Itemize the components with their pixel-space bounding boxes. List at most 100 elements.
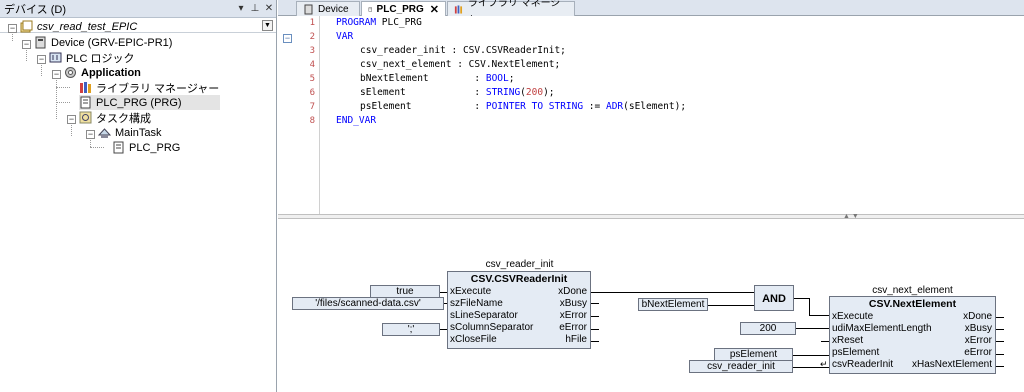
pin-output[interactable]: xDone (558, 286, 587, 297)
pin-input[interactable]: xCloseFile (450, 334, 497, 345)
tree-connector (41, 62, 42, 76)
task-config-icon (79, 111, 92, 124)
output-stub (591, 329, 599, 330)
library-books-icon (454, 4, 463, 14)
fold-toggle-icon[interactable]: − (283, 34, 292, 43)
output-stub (591, 316, 599, 317)
pin-output[interactable]: eError (559, 322, 587, 333)
program-call-icon (113, 141, 124, 154)
tree-connector (56, 77, 57, 119)
tab-plc-prg[interactable]: PLC_PRG ✕ (361, 1, 446, 17)
reader-ref-value[interactable]: csv_reader_init (689, 360, 793, 373)
tab-device[interactable]: Device (296, 1, 360, 16)
block-type: CSV.NextElement (868, 298, 957, 310)
expand-toggle[interactable]: − (67, 115, 76, 124)
csv-reader-init-block[interactable]: CSV.CSVReaderInit xExecute szFileName sL… (447, 271, 591, 349)
program-icon (368, 7, 372, 12)
panel-dropdown-icon[interactable]: ▾ (234, 3, 248, 14)
csv-next-element-block[interactable]: CSV.NextElement xExecute udiMaxElementLe… (829, 296, 996, 374)
code-line-7: psElement : POINTER TO STRING := ADR(sEl… (360, 101, 687, 112)
pin-input[interactable]: xExecute (450, 286, 491, 297)
code-line-5: bNextElement : BOOL; (360, 73, 515, 84)
tree-item-task-config[interactable]: タスク構成 (79, 110, 151, 125)
expand-toggle[interactable]: − (8, 24, 17, 33)
pin-input[interactable]: udiMaxElementLength (832, 323, 932, 334)
tree-item-device[interactable]: Device (GRV-EPIC-PR1) (34, 35, 172, 50)
output-stub (591, 303, 599, 304)
task-icon (98, 128, 111, 138)
tab-label: Device (318, 3, 349, 15)
code-line-6: sElement : STRING(200); (360, 87, 555, 98)
tree-item-application[interactable]: Application (64, 65, 141, 80)
wire (793, 355, 829, 356)
tree-item-plc-prg[interactable]: PLC_PRG (PRG) (79, 95, 220, 110)
reference-arrow-icon: ↵ (820, 359, 828, 369)
pin-output[interactable]: xBusy (560, 298, 587, 309)
panel-close-icon[interactable]: ✕ (262, 3, 276, 14)
pin-output[interactable]: xError (965, 335, 992, 346)
expand-toggle[interactable]: − (52, 70, 61, 79)
tab-library-manager[interactable]: ライブラリ マネージャー (447, 0, 575, 24)
pin-input[interactable]: szFileName (450, 298, 503, 309)
expand-toggle[interactable]: − (22, 40, 31, 49)
tree-item-label: PLC ロジック (66, 52, 135, 65)
code-line-8: END_VAR (336, 115, 377, 126)
devices-panel: デバイス (D) ▾ ⊥ ✕ ▼ − csv_read_test_EPIC − … (0, 0, 277, 392)
tree-item-plc-prg-call[interactable]: PLC_PRG (112, 140, 180, 155)
panel-pin-icon[interactable]: ⊥ (248, 3, 262, 14)
block-type: CSV.CSVReaderInit (470, 273, 568, 285)
line-number: 3 (309, 46, 315, 56)
expand-toggle[interactable]: − (37, 55, 46, 64)
pin-input[interactable]: psElement (832, 347, 879, 358)
expand-toggle[interactable]: − (86, 130, 95, 139)
reader-instance-name[interactable]: csv_reader_init (448, 259, 591, 270)
output-stub (996, 329, 1004, 330)
line-number-gutter: 1 2 3 4 5 6 7 8 (296, 16, 320, 214)
wire (591, 292, 754, 293)
tree-connector (71, 122, 72, 136)
max-length-value[interactable]: 200 (740, 322, 796, 335)
line-number: 7 (309, 102, 315, 112)
bnextelement-value[interactable]: bNextElement (638, 298, 708, 311)
pin-output[interactable]: xError (560, 310, 587, 321)
tree-item-label: PLC_PRG (129, 141, 181, 154)
and-block[interactable]: AND (754, 285, 794, 311)
fbd-network[interactable]: true '/files/scanned-data.csv' ';' csv_r… (278, 219, 1024, 392)
declaration-editor[interactable]: − 1 2 3 4 5 6 7 8 PROGRAM PLC_PRG VAR cs… (278, 16, 1024, 214)
tree-item-project[interactable]: csv_read_test_EPIC (20, 19, 137, 34)
pin-output[interactable]: xHasNextElement (912, 359, 992, 370)
code-line-3: csv_reader_init : CSV.CSVReaderInit; (360, 45, 566, 56)
line-number: 1 (309, 18, 315, 28)
pin-input[interactable]: xReset (832, 335, 863, 346)
next-instance-name[interactable]: csv_next_element (829, 285, 996, 296)
tree-connector (56, 102, 70, 103)
block-type: AND (762, 293, 786, 305)
editor-tab-bar: Device PLC_PRG ✕ ライブラリ マネージャー (278, 0, 1024, 24)
tab-close-icon[interactable]: ✕ (430, 3, 439, 16)
pin-output[interactable]: hFile (565, 334, 587, 345)
tree-item-plc-logic[interactable]: PLC ロジック (49, 50, 134, 65)
input-stub (821, 341, 829, 342)
filename-value[interactable]: '/files/scanned-data.csv' (292, 297, 444, 310)
code-line-2: VAR (336, 31, 354, 42)
line-number: 4 (309, 60, 315, 70)
output-stub (996, 341, 1004, 342)
pin-input[interactable]: csvReaderInit (832, 359, 893, 370)
line-number: 8 (309, 116, 315, 126)
tree-connector (56, 87, 70, 88)
wire (809, 298, 810, 315)
column-separator-value[interactable]: ';' (382, 323, 440, 336)
pin-input[interactable]: sLineSeparator (450, 310, 518, 321)
output-stub (996, 366, 1004, 367)
pin-output[interactable]: eError (964, 347, 992, 358)
pin-output[interactable]: xBusy (965, 323, 992, 334)
tree-item-main-task[interactable]: MainTask (98, 125, 161, 140)
tree-menu-dropdown-icon[interactable]: ▼ (262, 20, 273, 31)
tree-item-library-manager[interactable]: ライブラリ マネージャー (79, 80, 219, 95)
pin-input[interactable]: xExecute (832, 311, 873, 322)
output-stub (996, 354, 1004, 355)
pin-input[interactable]: sColumnSeparator (450, 322, 533, 333)
tab-label: PLC_PRG (376, 4, 424, 15)
pin-output[interactable]: xDone (963, 311, 992, 322)
tree-item-label: PLC_PRG (PRG) (96, 96, 182, 109)
